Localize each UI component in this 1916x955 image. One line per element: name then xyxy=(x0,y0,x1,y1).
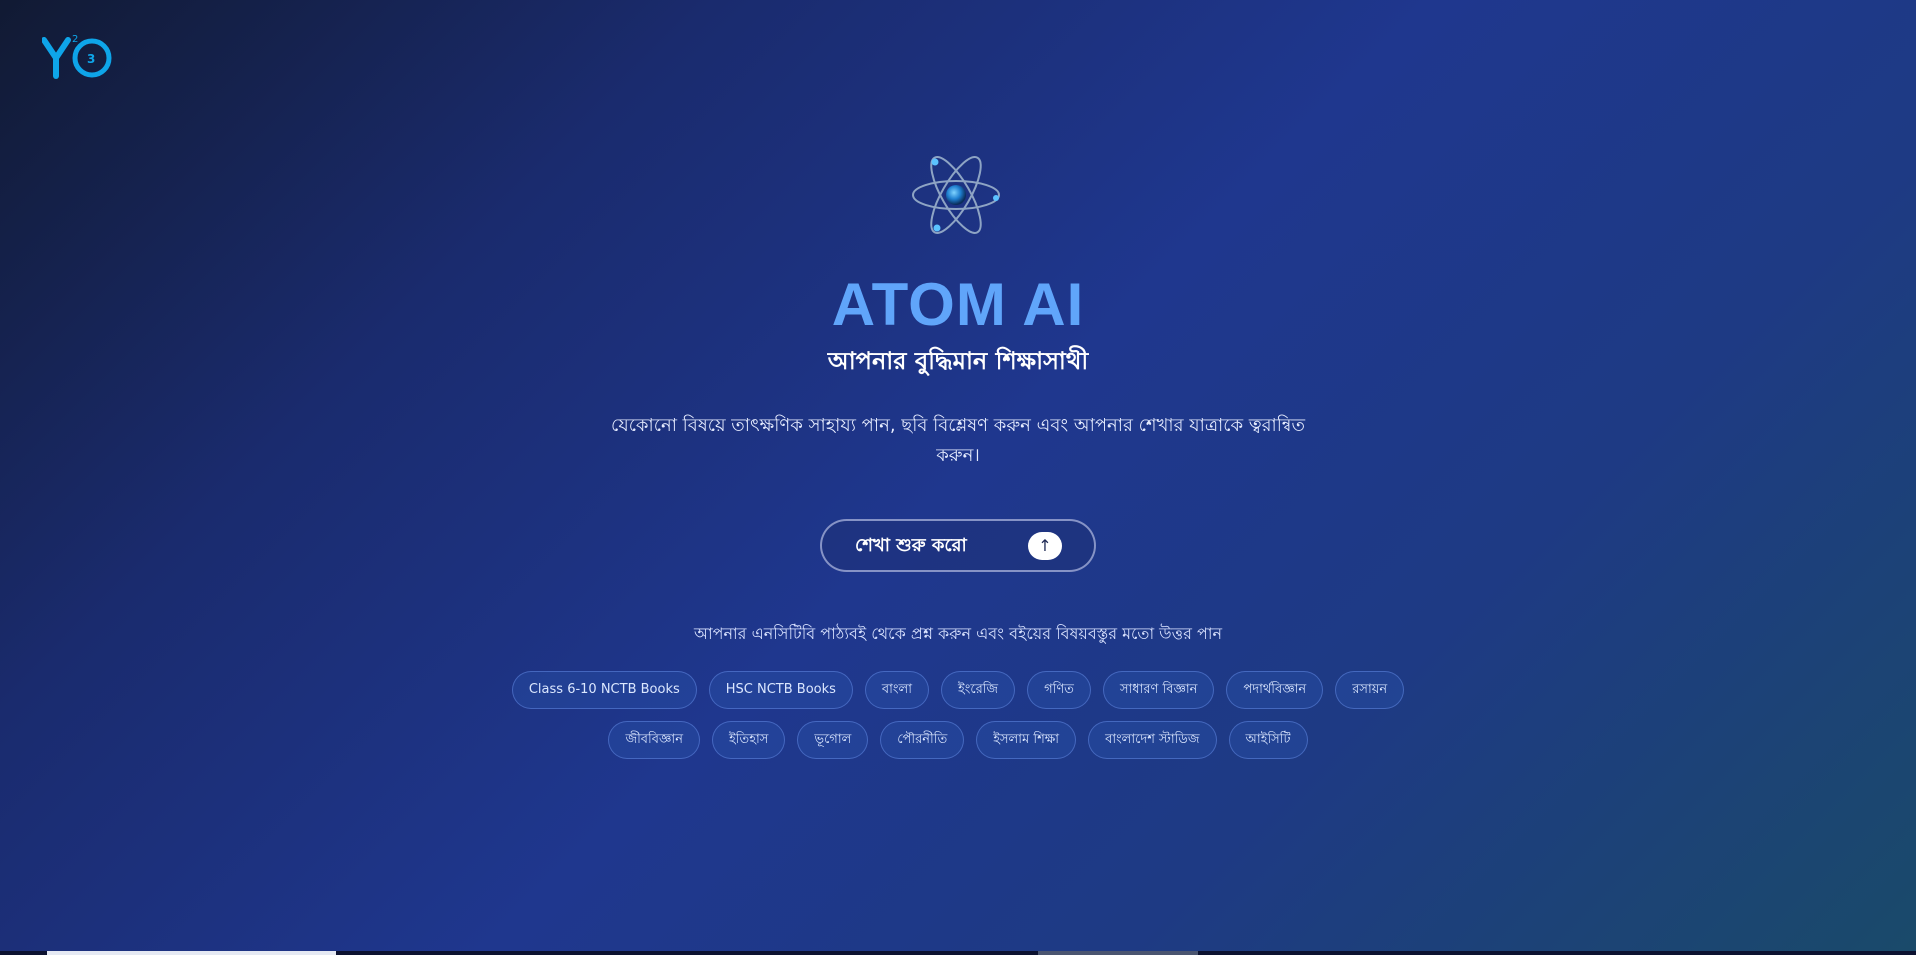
chip-bangladesh-studies[interactable]: বাংলাদেশ স্টাডিজ xyxy=(1088,721,1217,759)
logo-superscript: 2 xyxy=(72,34,78,45)
chip-bangla[interactable]: বাংলা xyxy=(864,671,929,709)
hero-description: যেকোনো বিষয়ে তাৎক্ষণিক সাহায্য পান, ছবি… xyxy=(611,415,1305,466)
chip-hsc-nctb-books[interactable]: HSC NCTB Books xyxy=(708,671,853,709)
chip-islam-education[interactable]: ইসলাম শিক্ষা xyxy=(976,721,1077,759)
subject-chips-row-2: জীববিজ্ঞান ইতিহাস ভূগোল পৌরনীতি ইসলাম শি… xyxy=(0,721,1916,759)
logo-mark: 2 3 xyxy=(41,34,112,79)
chip-civics[interactable]: পৌরনীতি xyxy=(880,721,965,759)
chip-history[interactable]: ইতিহাস xyxy=(711,721,786,759)
chip-biology[interactable]: জীববিজ্ঞান xyxy=(608,721,700,759)
chip-geography[interactable]: ভূগোল xyxy=(797,721,869,759)
page-subtitle: আপনার বুদ্ধিমান শিক্ষাসাথী xyxy=(827,347,1089,375)
chip-ict[interactable]: আইসিটি xyxy=(1228,721,1308,759)
chip-math[interactable]: গণিত xyxy=(1027,671,1091,709)
chip-general-science[interactable]: সাধারণ বিজ্ঞান xyxy=(1102,671,1215,709)
bottom-bar-segment xyxy=(1038,951,1198,955)
logo-small: 3 xyxy=(87,52,95,66)
chip-chemistry[interactable]: রসায়ন xyxy=(1335,671,1405,709)
bottom-bar-segment xyxy=(47,951,336,955)
logo[interactable]: 2 3 xyxy=(41,32,118,82)
start-learning-label: শেখা শুরু করো xyxy=(855,535,967,556)
chip-physics[interactable]: পদার্থবিজ্ঞান xyxy=(1226,671,1324,709)
subject-chips-row-1: Class 6-10 NCTB Books HSC NCTB Books বাং… xyxy=(0,671,1916,709)
page-title: ATOM AI xyxy=(831,271,1085,338)
books-note: আপনার এনসিটিবি পাঠ্যবই থেকে প্রশ্ন করুন … xyxy=(693,624,1223,643)
chip-english[interactable]: ইংরেজি xyxy=(940,671,1016,709)
arrow-up-icon: ↑ xyxy=(1028,532,1062,560)
chip-class-6-10-nctb-books[interactable]: Class 6-10 NCTB Books xyxy=(511,671,697,709)
start-learning-button[interactable]: শেখা শুরু করো ↑ xyxy=(820,519,1096,572)
atom-icon xyxy=(908,150,1004,240)
